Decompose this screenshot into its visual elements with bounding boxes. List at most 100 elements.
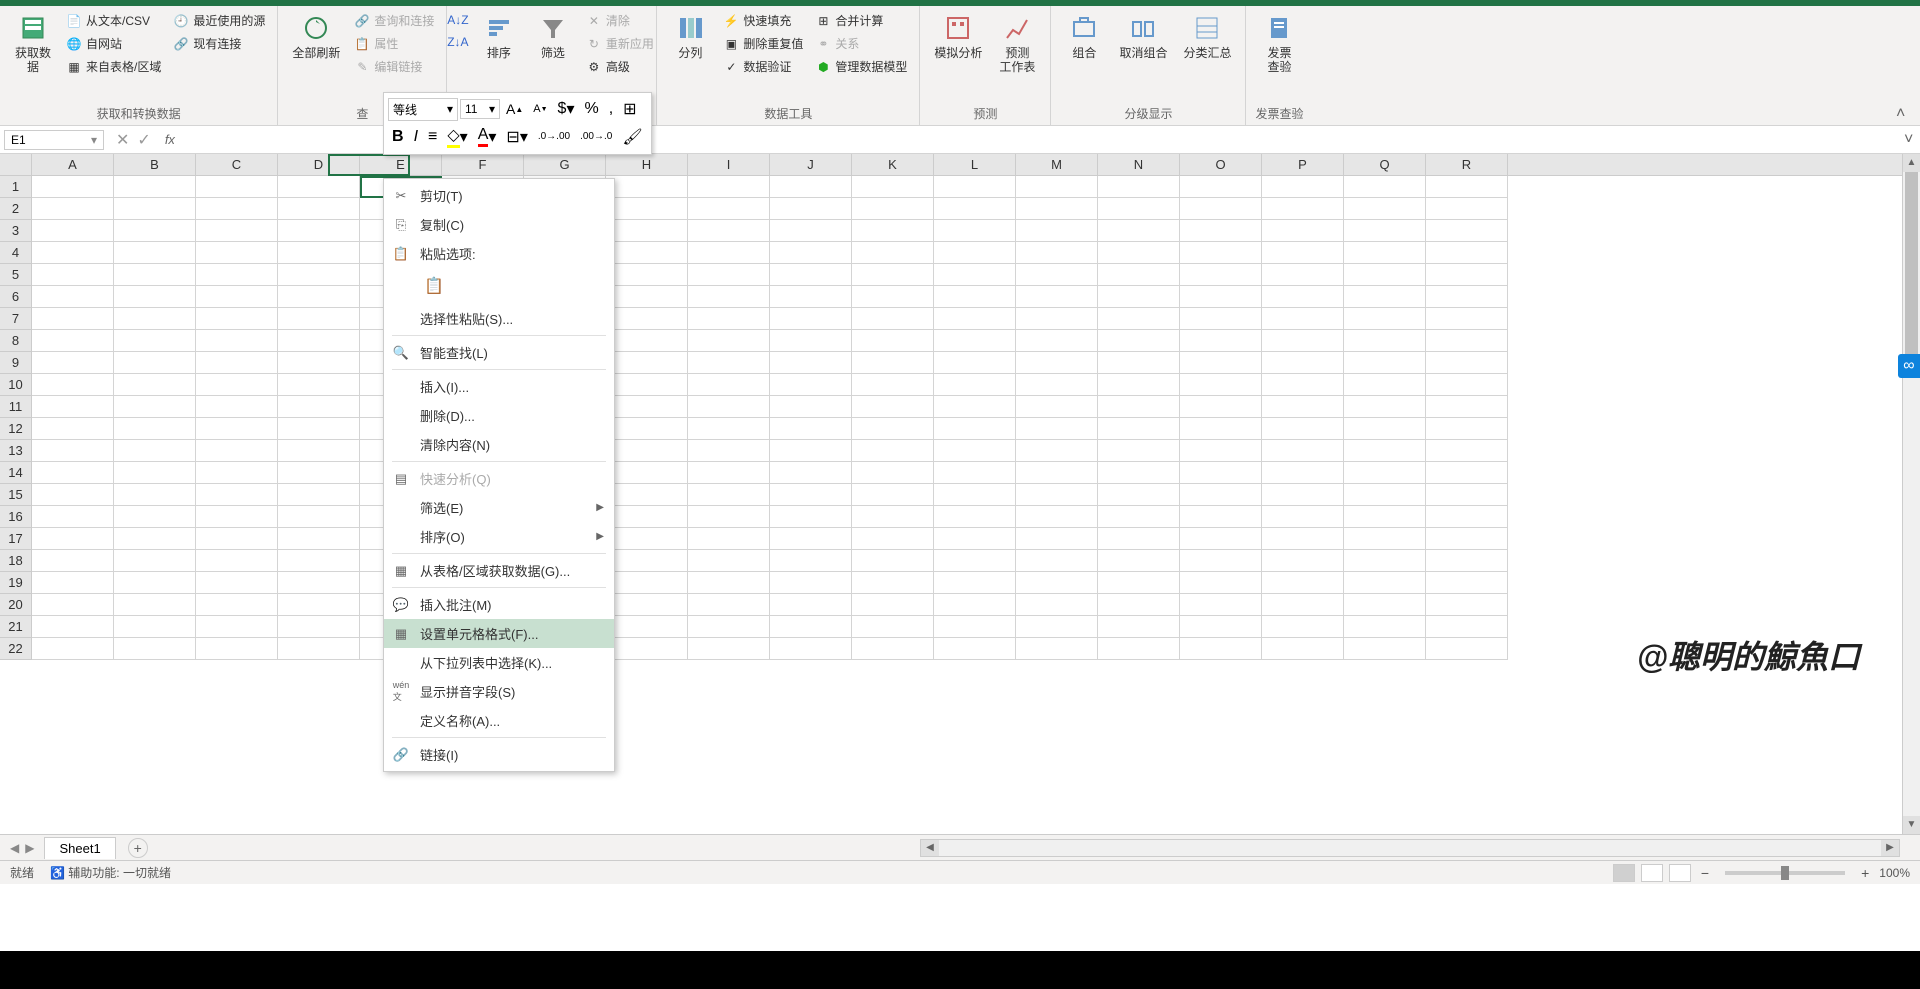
cell[interactable] bbox=[278, 242, 360, 264]
cell[interactable] bbox=[1262, 352, 1344, 374]
cell[interactable] bbox=[32, 484, 114, 506]
cell[interactable] bbox=[196, 374, 278, 396]
cell[interactable] bbox=[770, 286, 852, 308]
cell[interactable] bbox=[1262, 616, 1344, 638]
cell[interactable] bbox=[1180, 484, 1262, 506]
group-button[interactable]: 组合 bbox=[1059, 10, 1109, 62]
cell[interactable] bbox=[196, 198, 278, 220]
cell[interactable] bbox=[770, 440, 852, 462]
add-sheet-button[interactable]: + bbox=[128, 838, 148, 858]
cell[interactable] bbox=[1016, 550, 1098, 572]
cell[interactable] bbox=[1426, 198, 1508, 220]
column-header-M[interactable]: M bbox=[1016, 154, 1098, 175]
data-validation-button[interactable]: ✓数据验证 bbox=[719, 56, 807, 77]
cell[interactable] bbox=[1098, 484, 1180, 506]
cell[interactable] bbox=[1262, 220, 1344, 242]
cell[interactable] bbox=[688, 550, 770, 572]
ctx-clear[interactable]: 清除内容(N) bbox=[384, 430, 614, 459]
cell[interactable] bbox=[32, 198, 114, 220]
cell[interactable] bbox=[1180, 220, 1262, 242]
cell[interactable] bbox=[852, 242, 934, 264]
scroll-thumb[interactable] bbox=[1905, 172, 1918, 372]
cell[interactable] bbox=[278, 440, 360, 462]
cell[interactable] bbox=[1180, 638, 1262, 660]
cell[interactable] bbox=[196, 220, 278, 242]
cell[interactable] bbox=[606, 616, 688, 638]
cell[interactable] bbox=[688, 506, 770, 528]
cell[interactable] bbox=[852, 506, 934, 528]
cell[interactable] bbox=[32, 264, 114, 286]
cell[interactable] bbox=[1016, 506, 1098, 528]
cell[interactable] bbox=[770, 198, 852, 220]
cell[interactable] bbox=[688, 330, 770, 352]
name-box[interactable]: E1▾ bbox=[4, 130, 104, 150]
cell[interactable] bbox=[934, 594, 1016, 616]
cell[interactable] bbox=[1344, 352, 1426, 374]
cell[interactable] bbox=[1344, 616, 1426, 638]
cell[interactable] bbox=[1426, 220, 1508, 242]
cell[interactable] bbox=[278, 220, 360, 242]
cell[interactable] bbox=[852, 638, 934, 660]
column-header-Q[interactable]: Q bbox=[1344, 154, 1426, 175]
cell[interactable] bbox=[196, 528, 278, 550]
cell[interactable] bbox=[196, 638, 278, 660]
view-page-break-button[interactable] bbox=[1669, 864, 1691, 882]
cell[interactable] bbox=[852, 264, 934, 286]
row-header-18[interactable]: 18 bbox=[0, 550, 31, 572]
text-to-columns-button[interactable]: 分列 bbox=[665, 10, 715, 62]
cell[interactable] bbox=[688, 594, 770, 616]
cell[interactable] bbox=[688, 374, 770, 396]
cell[interactable] bbox=[770, 374, 852, 396]
ctx-sort[interactable]: 排序(O)▶ bbox=[384, 522, 614, 551]
cell[interactable] bbox=[1016, 374, 1098, 396]
cell[interactable] bbox=[1344, 484, 1426, 506]
cell[interactable] bbox=[1098, 286, 1180, 308]
ctx-cut[interactable]: ✂剪切(T) bbox=[384, 181, 614, 210]
cell[interactable] bbox=[1426, 396, 1508, 418]
sheet-nav-prev[interactable]: ◀ bbox=[10, 841, 19, 855]
flash-fill-button[interactable]: ⚡快速填充 bbox=[719, 10, 807, 31]
cell[interactable] bbox=[1262, 308, 1344, 330]
cell[interactable] bbox=[32, 638, 114, 660]
cell[interactable] bbox=[688, 352, 770, 374]
cell[interactable] bbox=[1344, 594, 1426, 616]
cell[interactable] bbox=[32, 176, 114, 198]
cell[interactable] bbox=[1344, 550, 1426, 572]
italic-button[interactable]: I bbox=[410, 126, 422, 148]
cell[interactable] bbox=[1016, 572, 1098, 594]
cell[interactable] bbox=[32, 286, 114, 308]
ctx-insert-comment[interactable]: 💬插入批注(M) bbox=[384, 590, 614, 619]
cell[interactable] bbox=[770, 506, 852, 528]
cell[interactable] bbox=[278, 616, 360, 638]
column-header-L[interactable]: L bbox=[934, 154, 1016, 175]
cell[interactable] bbox=[1262, 330, 1344, 352]
column-header-D[interactable]: D bbox=[278, 154, 360, 175]
cell[interactable] bbox=[606, 176, 688, 198]
cell[interactable] bbox=[934, 198, 1016, 220]
column-header-R[interactable]: R bbox=[1426, 154, 1508, 175]
cancel-formula-button[interactable]: ✕ bbox=[116, 130, 129, 150]
cell[interactable] bbox=[934, 528, 1016, 550]
cell[interactable] bbox=[1098, 550, 1180, 572]
cell[interactable] bbox=[688, 572, 770, 594]
cell[interactable] bbox=[1344, 330, 1426, 352]
cell[interactable] bbox=[934, 550, 1016, 572]
cell[interactable] bbox=[688, 484, 770, 506]
increase-decimal-button[interactable]: .0→.00 bbox=[534, 129, 574, 144]
cell[interactable] bbox=[688, 462, 770, 484]
sheet-nav-next[interactable]: ▶ bbox=[25, 841, 34, 855]
cell[interactable] bbox=[1098, 462, 1180, 484]
cell[interactable] bbox=[688, 638, 770, 660]
cell[interactable] bbox=[934, 374, 1016, 396]
cell[interactable] bbox=[196, 396, 278, 418]
cell[interactable] bbox=[1180, 330, 1262, 352]
cell[interactable] bbox=[1180, 396, 1262, 418]
cell[interactable] bbox=[1180, 550, 1262, 572]
cell[interactable] bbox=[852, 286, 934, 308]
font-color-button[interactable]: A▾ bbox=[474, 124, 501, 149]
from-table-button[interactable]: ▦来自表格/区域 bbox=[62, 56, 165, 77]
column-header-O[interactable]: O bbox=[1180, 154, 1262, 175]
cell[interactable] bbox=[1016, 484, 1098, 506]
cell[interactable] bbox=[770, 176, 852, 198]
cell[interactable] bbox=[770, 264, 852, 286]
